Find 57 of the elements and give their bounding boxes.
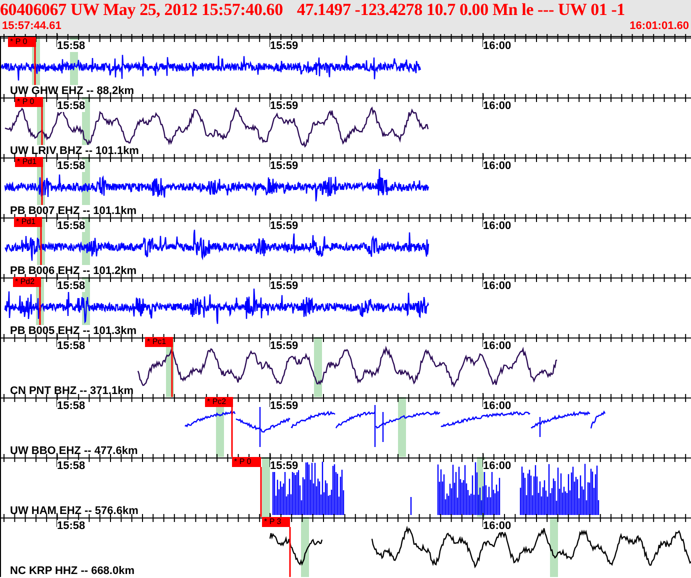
- event-title: 60406067 UW May 25, 2012 15:57:40.60: [0, 0, 283, 20]
- time-label: 15:58: [57, 160, 86, 172]
- time-label: 16:00: [483, 100, 512, 112]
- arrival-band: [314, 337, 322, 397]
- station-label: PB B005 EHZ -- 101.3km: [10, 325, 137, 337]
- station-label: UW LRIV BHZ -- 101.1km: [10, 145, 139, 157]
- arrival-band: [550, 517, 558, 577]
- station-label: PB B007 EHZ -- 101.1km: [10, 205, 137, 217]
- time-label: 15:59: [270, 280, 298, 292]
- pick-flag[interactable]: * P 0: [15, 97, 43, 107]
- time-label: 15:58: [57, 340, 86, 352]
- time-label: 16:00: [483, 40, 512, 52]
- event-solution: 47.1497 -123.4278 10.7 0.00 Mn le --- UW 01 -1: [296, 0, 625, 20]
- pick-flag[interactable]: * Pd1: [14, 217, 42, 227]
- time-label: 16:00: [483, 520, 512, 532]
- time-label: 15:58: [57, 280, 86, 292]
- station-label: PB B006 EHZ -- 101.2km: [10, 265, 137, 277]
- time-label: 15:59: [270, 460, 298, 472]
- station-label: UW GHW EHZ -- 88.2km: [10, 85, 134, 97]
- pick-flag[interactable]: * P 0: [8, 37, 36, 47]
- station-label: CN PNT BHZ -- 371.1km: [10, 385, 134, 397]
- start-time: 15:57:44.61: [2, 20, 62, 32]
- pick-flag[interactable]: * P 3: [262, 517, 290, 527]
- time-label: 15:59: [270, 160, 298, 172]
- station-label: UW BBO EHZ -- 477.6km: [10, 445, 138, 457]
- time-label: 15:58: [57, 220, 86, 232]
- pick-line: [171, 347, 173, 397]
- station-label: NC KRP HHZ -- 668.0km: [10, 565, 134, 577]
- station-label: UW HAM EHZ -- 576.6km: [10, 505, 138, 517]
- time-label: 16:00: [483, 340, 512, 352]
- pick-line: [231, 407, 233, 457]
- pick-flag[interactable]: * Pc2: [205, 397, 233, 407]
- time-label: 15:59: [270, 400, 298, 412]
- time-label: 15:59: [270, 100, 298, 112]
- time-label: 16:00: [483, 160, 512, 172]
- time-label: 15:59: [270, 40, 298, 52]
- pick-line: [289, 527, 291, 577]
- pick-line: [260, 467, 262, 517]
- time-label: 15:58: [57, 40, 86, 52]
- arrival-band: [301, 517, 309, 577]
- time-label: 15:58: [57, 460, 86, 472]
- pick-flag[interactable]: * Pd1: [15, 157, 43, 167]
- pick-flag[interactable]: * P 0: [232, 457, 261, 467]
- time-label: 15:58: [57, 100, 86, 112]
- time-label: 15:59: [270, 220, 298, 232]
- time-label: 15:58: [57, 520, 86, 532]
- time-label: 16:00: [483, 280, 512, 292]
- time-label: 15:58: [57, 400, 86, 412]
- time-label: 16:00: [483, 460, 512, 472]
- time-label: 16:00: [483, 400, 512, 412]
- time-label: 15:59: [270, 340, 298, 352]
- pick-flag[interactable]: * Pd2: [13, 277, 41, 287]
- arrival-band: [398, 397, 406, 457]
- end-time: 16:01:01.60: [630, 20, 689, 32]
- time-label: 16:00: [483, 220, 512, 232]
- arrival-band: [262, 457, 270, 517]
- pick-flag[interactable]: * Pc1: [145, 337, 173, 347]
